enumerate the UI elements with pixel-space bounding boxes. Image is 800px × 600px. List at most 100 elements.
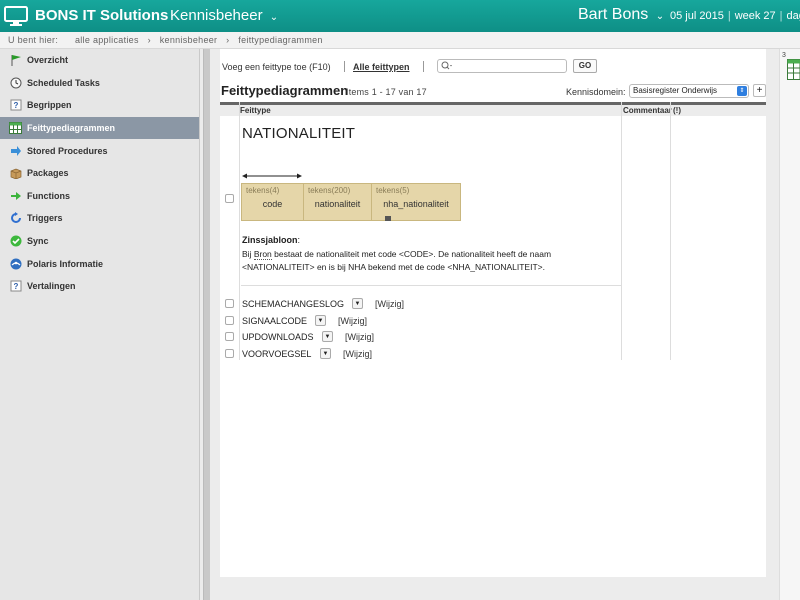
dropdown-arrow-icon[interactable]: ▼	[315, 315, 326, 326]
user-menu[interactable]: Bart Bons ⌄	[578, 6, 664, 24]
check-icon	[9, 235, 22, 248]
column-commentaar[interactable]: Commentaar	[623, 106, 672, 115]
key-marker	[385, 216, 391, 221]
wijzig-link[interactable]: [Wijzig]	[343, 349, 372, 359]
search-icon	[441, 61, 452, 70]
feittype-name: SIGNAALCODE	[242, 316, 308, 326]
table-icon[interactable]	[787, 59, 800, 80]
toolbar-divider	[344, 61, 345, 72]
question-icon: ?	[9, 99, 22, 112]
triggers-icon	[9, 212, 22, 225]
module-label: Kennisbeheer	[170, 7, 263, 24]
sidebar-splitter[interactable]	[203, 49, 210, 600]
sidebar-item-scheduled-tasks[interactable]: Scheduled Tasks	[0, 72, 199, 95]
sidebar-item-label: Stored Procedures	[27, 145, 108, 156]
sidebar-item-feittypediagrammen[interactable]: Feittypediagrammen	[0, 116, 199, 140]
sidebar-item-label: Triggers	[27, 213, 63, 224]
chevron-down-icon: ⌄	[269, 12, 279, 23]
diagram-cell-nha-nationaliteit[interactable]: tekens(5) nha_nationaliteit	[372, 184, 460, 220]
question-icon: ?	[9, 280, 22, 293]
breadcrumb-prefix: U bent hier:	[8, 35, 59, 45]
table-header: Feittype Commentaar (!)	[220, 102, 766, 116]
functions-icon	[9, 189, 22, 202]
column-divider	[670, 102, 671, 360]
arrow-icon	[9, 144, 22, 157]
sidebar-item-label: Polaris Informatie	[27, 258, 104, 269]
search-input[interactable]	[437, 59, 567, 73]
cell-name: code	[262, 199, 283, 209]
row-checkbox[interactable]	[225, 299, 234, 308]
sidebar-item-vertalingen[interactable]: ? Vertalingen	[0, 275, 199, 298]
date-info: 05 jul 2015|week 27|dag 18	[670, 10, 800, 22]
table-row[interactable]: VOORVOEGSEL ▼ [Wijzig]	[220, 348, 620, 362]
breadcrumb-link-applicaties[interactable]: alle applicaties	[75, 35, 139, 45]
column-warning[interactable]: (!)	[673, 106, 681, 115]
sidebar-item-packages[interactable]: Packages	[0, 162, 199, 185]
module-selector[interactable]: Kennisbeheer ⌄	[170, 7, 278, 24]
top-bar: BONS IT Solutions Kennisbeheer ⌄ Bart Bo…	[0, 0, 800, 32]
bron-link[interactable]: Bron	[253, 249, 272, 260]
dropdown-arrow-icon[interactable]: ▼	[352, 298, 363, 309]
sidebar-item-begrippen[interactable]: ? Begrippen	[0, 94, 199, 117]
table-row[interactable]: SCHEMACHANGESLOG ▼ [Wijzig]	[220, 298, 620, 312]
column-feittype[interactable]: Feittype	[240, 106, 271, 115]
sidebar-item-triggers[interactable]: Triggers	[0, 207, 199, 230]
all-feittypen-link[interactable]: Alle feittypen	[353, 62, 410, 72]
package-icon	[9, 167, 22, 180]
dropdown-arrow-icon[interactable]: ▼	[320, 348, 331, 359]
main-panel: Voeg een feittype toe (F10) Alle feittyp…	[220, 49, 766, 577]
add-button[interactable]: +	[753, 84, 766, 97]
sidebar-item-label: Scheduled Tasks	[27, 77, 100, 88]
sidebar-item-functions[interactable]: Functions	[0, 185, 199, 208]
cell-name: nha_nationaliteit	[383, 199, 449, 209]
table-row[interactable]: SIGNAALCODE ▼ [Wijzig]	[220, 315, 620, 329]
row-checkbox[interactable]	[225, 194, 234, 203]
items-count: Items 1 - 17 van 17	[346, 87, 427, 97]
diagram-cell-code[interactable]: tekens(4) code	[242, 184, 304, 220]
wijzig-link[interactable]: [Wijzig]	[345, 332, 374, 342]
kennisdomein-label: Kennisdomein:	[566, 87, 626, 97]
toolbar-divider	[423, 61, 424, 72]
add-feittype-link[interactable]: Voeg een feittype toe (F10)	[222, 62, 331, 72]
user-name: Bart Bons	[578, 6, 649, 23]
table-row[interactable]: UPDOWNLOADS ▼ [Wijzig]	[220, 331, 620, 345]
cell-type: tekens(5)	[376, 186, 410, 195]
polaris-icon	[9, 257, 22, 270]
cell-type: tekens(4)	[246, 186, 280, 195]
svg-text:?: ?	[13, 101, 18, 110]
row-separator	[241, 285, 621, 286]
sidebar-item-overzicht[interactable]: Overzicht	[0, 49, 199, 72]
kennisdomein-select[interactable]: Basisregister Onderwijs ⇕	[629, 84, 749, 98]
sidebar: Overzicht Scheduled Tasks ? Begrippen Fe…	[0, 49, 200, 600]
sidebar-item-label: Functions	[27, 190, 70, 201]
row-checkbox[interactable]	[225, 349, 234, 358]
dropdown-arrow-icon[interactable]: ▼	[322, 331, 333, 342]
zins-text-part: <NATIONALITEIT> en is bij NHA bekend met…	[242, 262, 545, 272]
go-button[interactable]: GO	[573, 59, 597, 73]
sidebar-item-label: Sync	[27, 236, 49, 247]
sidebar-item-polaris[interactable]: Polaris Informatie	[0, 252, 199, 275]
zins-text-part: Bij	[242, 249, 254, 259]
wijzig-link[interactable]: [Wijzig]	[338, 316, 367, 326]
row-checkbox[interactable]	[225, 316, 234, 325]
app-brand: BONS IT Solutions	[35, 7, 169, 24]
wijzig-link[interactable]: [Wijzig]	[375, 299, 404, 309]
breadcrumb-link-kennisbeheer[interactable]: kennisbeheer	[160, 35, 218, 45]
zinssjabloon-title: Zinssjabloon:	[242, 235, 301, 245]
zins-text-part: bestaat de nationaliteit met code <CODE>…	[271, 249, 552, 259]
sidebar-item-label: Packages	[27, 168, 69, 179]
diagram-cell-nationaliteit[interactable]: tekens(200) nationaliteit	[304, 184, 372, 220]
row-checkbox[interactable]	[225, 332, 234, 341]
right-panel-number: 3	[782, 52, 786, 59]
feittype-name: UPDOWNLOADS	[242, 332, 314, 342]
svg-text:?: ?	[13, 282, 18, 291]
select-arrows-icon: ⇕	[737, 86, 747, 96]
column-divider	[621, 102, 622, 360]
sidebar-item-label: Feittypediagrammen	[27, 123, 116, 134]
zinssjabloon-label: Zinssjabloon	[242, 235, 298, 245]
flag-icon	[9, 54, 22, 67]
sidebar-item-sync[interactable]: Sync	[0, 230, 199, 253]
feittype-title: NATIONALITEIT	[242, 125, 356, 142]
sidebar-item-stored-procedures[interactable]: Stored Procedures	[0, 139, 199, 162]
monitor-icon[interactable]	[4, 6, 28, 26]
